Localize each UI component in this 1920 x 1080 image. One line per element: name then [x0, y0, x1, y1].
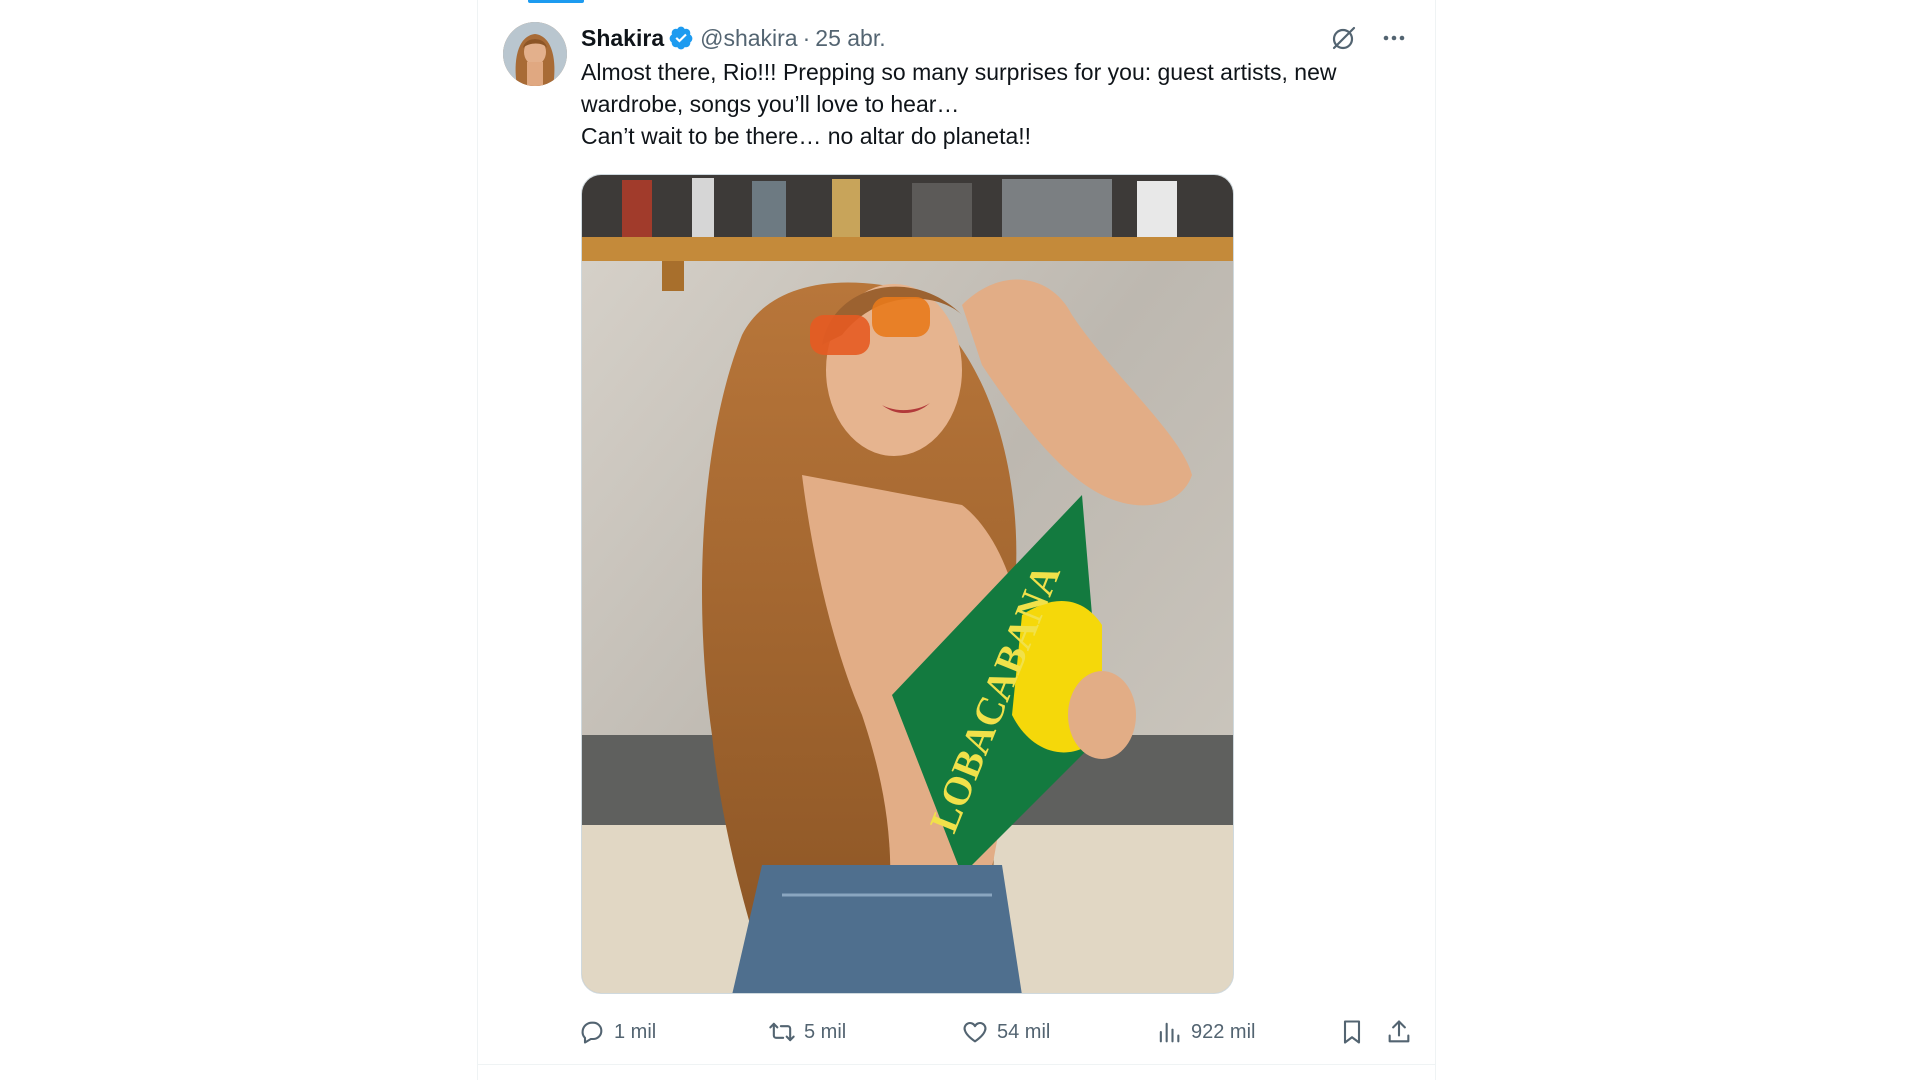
- author-handle[interactable]: @shakira: [700, 25, 798, 52]
- views-chart-icon: [1159, 1022, 1180, 1043]
- verified-badge-icon: [668, 25, 694, 51]
- tweet[interactable]: Shakira @shakira · 25 abr. Almost there,…: [478, 0, 1435, 1065]
- repost-icon: [769, 1022, 795, 1042]
- heart-icon: [963, 1021, 987, 1043]
- profile-photo-icon: [503, 22, 567, 86]
- share-icon: [1388, 1020, 1410, 1043]
- avatar[interactable]: [503, 22, 567, 86]
- tweet-media-photo[interactable]: LOBACABANA: [581, 174, 1234, 994]
- bookmark-icon: [1343, 1020, 1361, 1044]
- repost-button[interactable]: 5 mil: [768, 1012, 846, 1052]
- repost-count: 5 mil: [804, 1020, 847, 1043]
- tweet-top-actions: [1330, 22, 1408, 54]
- tweet-actions-bar: 1 mil 5 mil 54 mil 922 mil: [578, 1012, 1413, 1052]
- like-button[interactable]: 54 mil: [961, 1012, 1050, 1052]
- tweet-text-line: Can’t wait to be there… no altar do plan…: [581, 123, 1032, 149]
- header-separator: ·: [802, 24, 811, 51]
- like-count: 54 mil: [997, 1020, 1051, 1043]
- more-options-icon[interactable]: [1380, 24, 1408, 52]
- share-button[interactable]: [1385, 1012, 1413, 1052]
- tweet-text: Almost there, Rio!!! Prepping so many su…: [581, 56, 1401, 152]
- tweet-text-line: Almost there, Rio!!! Prepping so many su…: [581, 59, 1337, 117]
- author-name[interactable]: Shakira: [581, 25, 664, 52]
- grok-icon[interactable]: [1330, 24, 1358, 52]
- bookmark-button[interactable]: [1338, 1012, 1366, 1052]
- views-count: 922 mil: [1191, 1020, 1256, 1043]
- timeline-column: Shakira @shakira · 25 abr. Almost there,…: [477, 0, 1436, 1080]
- tweet-timestamp[interactable]: 25 abr.: [815, 25, 885, 52]
- reply-count: 1 mil: [614, 1020, 657, 1043]
- views-button[interactable]: 922 mil: [1155, 1012, 1255, 1052]
- photo-illustration: LOBACABANA: [582, 175, 1233, 993]
- reply-button[interactable]: 1 mil: [578, 1012, 656, 1052]
- reply-icon: [581, 1021, 603, 1044]
- tweet-header: Shakira @shakira · 25 abr.: [581, 22, 886, 54]
